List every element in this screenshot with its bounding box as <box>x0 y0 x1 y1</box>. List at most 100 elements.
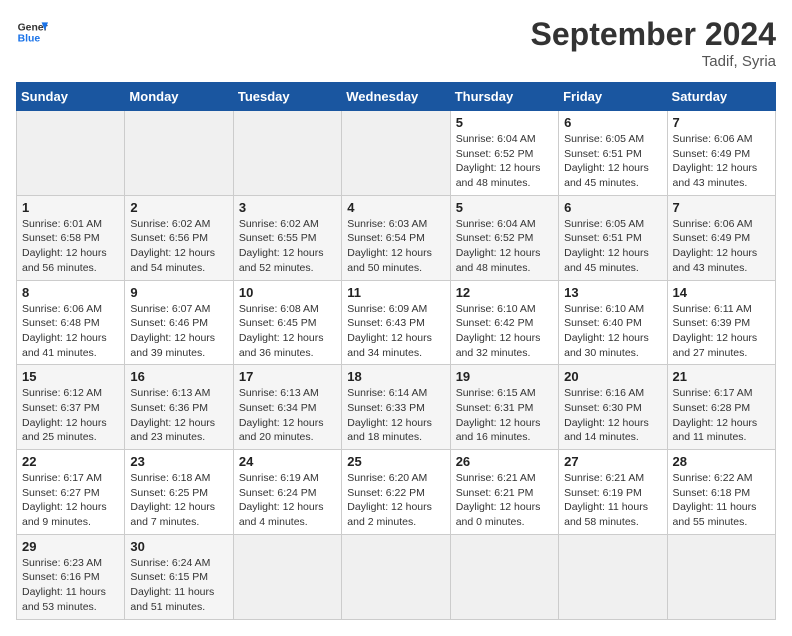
calendar-cell <box>559 534 667 619</box>
day-number: 16 <box>130 369 227 384</box>
day-of-week-header: Thursday <box>450 83 558 111</box>
cell-content: Sunrise: 6:08 AMSunset: 6:45 PMDaylight:… <box>239 303 324 359</box>
cell-content: Sunrise: 6:19 AMSunset: 6:24 PMDaylight:… <box>239 472 324 528</box>
calendar-week-row: 8 Sunrise: 6:06 AMSunset: 6:48 PMDayligh… <box>17 280 776 365</box>
day-number: 5 <box>456 115 553 130</box>
day-number: 28 <box>673 454 770 469</box>
calendar-cell: 17 Sunrise: 6:13 AMSunset: 6:34 PMDaylig… <box>233 365 341 450</box>
cell-content: Sunrise: 6:13 AMSunset: 6:36 PMDaylight:… <box>130 387 215 443</box>
calendar-cell: 15 Sunrise: 6:12 AMSunset: 6:37 PMDaylig… <box>17 365 125 450</box>
calendar-cell: 8 Sunrise: 6:06 AMSunset: 6:48 PMDayligh… <box>17 280 125 365</box>
calendar-cell: 21 Sunrise: 6:17 AMSunset: 6:28 PMDaylig… <box>667 365 775 450</box>
day-of-week-header: Monday <box>125 83 233 111</box>
calendar-cell: 11 Sunrise: 6:09 AMSunset: 6:43 PMDaylig… <box>342 280 450 365</box>
calendar-cell: 26 Sunrise: 6:21 AMSunset: 6:21 PMDaylig… <box>450 450 558 535</box>
cell-content: Sunrise: 6:06 AMSunset: 6:49 PMDaylight:… <box>673 133 758 189</box>
calendar-cell: 4 Sunrise: 6:03 AMSunset: 6:54 PMDayligh… <box>342 195 450 280</box>
cell-content: Sunrise: 6:22 AMSunset: 6:18 PMDaylight:… <box>673 472 757 528</box>
day-number: 7 <box>673 200 770 215</box>
day-number: 25 <box>347 454 444 469</box>
calendar-cell <box>450 534 558 619</box>
calendar-cell: 2 Sunrise: 6:02 AMSunset: 6:56 PMDayligh… <box>125 195 233 280</box>
calendar-cell <box>342 111 450 196</box>
cell-content: Sunrise: 6:02 AMSunset: 6:55 PMDaylight:… <box>239 218 324 274</box>
calendar-week-row: 5 Sunrise: 6:04 AMSunset: 6:52 PMDayligh… <box>17 111 776 196</box>
day-number: 13 <box>564 285 661 300</box>
day-number: 14 <box>673 285 770 300</box>
logo-icon: General Blue <box>16 16 48 48</box>
calendar-cell: 25 Sunrise: 6:20 AMSunset: 6:22 PMDaylig… <box>342 450 450 535</box>
cell-content: Sunrise: 6:04 AMSunset: 6:52 PMDaylight:… <box>456 218 541 274</box>
calendar-cell: 6 Sunrise: 6:05 AMSunset: 6:51 PMDayligh… <box>559 111 667 196</box>
day-number: 26 <box>456 454 553 469</box>
day-number: 24 <box>239 454 336 469</box>
day-number: 17 <box>239 369 336 384</box>
cell-content: Sunrise: 6:12 AMSunset: 6:37 PMDaylight:… <box>22 387 107 443</box>
day-of-week-header: Friday <box>559 83 667 111</box>
day-number: 8 <box>22 285 119 300</box>
calendar-cell: 1 Sunrise: 6:01 AMSunset: 6:58 PMDayligh… <box>17 195 125 280</box>
calendar-cell: 6 Sunrise: 6:05 AMSunset: 6:51 PMDayligh… <box>559 195 667 280</box>
calendar-week-row: 29 Sunrise: 6:23 AMSunset: 6:16 PMDaylig… <box>17 534 776 619</box>
title-block: September 2024 Tadif, Syria <box>531 16 776 70</box>
day-number: 18 <box>347 369 444 384</box>
day-number: 1 <box>22 200 119 215</box>
calendar-cell: 5 Sunrise: 6:04 AMSunset: 6:52 PMDayligh… <box>450 111 558 196</box>
cell-content: Sunrise: 6:05 AMSunset: 6:51 PMDaylight:… <box>564 133 649 189</box>
calendar-cell: 24 Sunrise: 6:19 AMSunset: 6:24 PMDaylig… <box>233 450 341 535</box>
calendar-cell: 18 Sunrise: 6:14 AMSunset: 6:33 PMDaylig… <box>342 365 450 450</box>
location: Tadif, Syria <box>531 53 776 70</box>
calendar-cell: 27 Sunrise: 6:21 AMSunset: 6:19 PMDaylig… <box>559 450 667 535</box>
cell-content: Sunrise: 6:21 AMSunset: 6:19 PMDaylight:… <box>564 472 648 528</box>
cell-content: Sunrise: 6:06 AMSunset: 6:49 PMDaylight:… <box>673 218 758 274</box>
calendar-cell <box>342 534 450 619</box>
day-number: 4 <box>347 200 444 215</box>
cell-content: Sunrise: 6:11 AMSunset: 6:39 PMDaylight:… <box>673 303 758 359</box>
calendar-table: SundayMondayTuesdayWednesdayThursdayFrid… <box>16 82 776 620</box>
calendar-week-row: 1 Sunrise: 6:01 AMSunset: 6:58 PMDayligh… <box>17 195 776 280</box>
day-number: 30 <box>130 539 227 554</box>
calendar-cell <box>125 111 233 196</box>
day-of-week-header: Tuesday <box>233 83 341 111</box>
calendar-cell: 23 Sunrise: 6:18 AMSunset: 6:25 PMDaylig… <box>125 450 233 535</box>
cell-content: Sunrise: 6:18 AMSunset: 6:25 PMDaylight:… <box>130 472 215 528</box>
day-number: 27 <box>564 454 661 469</box>
day-number: 10 <box>239 285 336 300</box>
cell-content: Sunrise: 6:23 AMSunset: 6:16 PMDaylight:… <box>22 557 106 613</box>
calendar-cell: 20 Sunrise: 6:16 AMSunset: 6:30 PMDaylig… <box>559 365 667 450</box>
calendar-cell: 10 Sunrise: 6:08 AMSunset: 6:45 PMDaylig… <box>233 280 341 365</box>
cell-content: Sunrise: 6:10 AMSunset: 6:40 PMDaylight:… <box>564 303 649 359</box>
day-number: 22 <box>22 454 119 469</box>
calendar-cell: 16 Sunrise: 6:13 AMSunset: 6:36 PMDaylig… <box>125 365 233 450</box>
calendar-week-row: 15 Sunrise: 6:12 AMSunset: 6:37 PMDaylig… <box>17 365 776 450</box>
cell-content: Sunrise: 6:01 AMSunset: 6:58 PMDaylight:… <box>22 218 107 274</box>
page-header: General Blue September 2024 Tadif, Syria <box>16 16 776 70</box>
calendar-cell: 22 Sunrise: 6:17 AMSunset: 6:27 PMDaylig… <box>17 450 125 535</box>
calendar-cell: 12 Sunrise: 6:10 AMSunset: 6:42 PMDaylig… <box>450 280 558 365</box>
calendar-cell <box>667 534 775 619</box>
day-number: 9 <box>130 285 227 300</box>
month-title: September 2024 <box>531 16 776 53</box>
calendar-cell <box>17 111 125 196</box>
day-of-week-header: Saturday <box>667 83 775 111</box>
cell-content: Sunrise: 6:02 AMSunset: 6:56 PMDaylight:… <box>130 218 215 274</box>
day-number: 23 <box>130 454 227 469</box>
cell-content: Sunrise: 6:21 AMSunset: 6:21 PMDaylight:… <box>456 472 541 528</box>
calendar-cell: 28 Sunrise: 6:22 AMSunset: 6:18 PMDaylig… <box>667 450 775 535</box>
day-number: 11 <box>347 285 444 300</box>
day-number: 21 <box>673 369 770 384</box>
day-number: 7 <box>673 115 770 130</box>
day-number: 20 <box>564 369 661 384</box>
calendar-cell: 14 Sunrise: 6:11 AMSunset: 6:39 PMDaylig… <box>667 280 775 365</box>
cell-content: Sunrise: 6:06 AMSunset: 6:48 PMDaylight:… <box>22 303 107 359</box>
calendar-cell: 19 Sunrise: 6:15 AMSunset: 6:31 PMDaylig… <box>450 365 558 450</box>
day-number: 6 <box>564 200 661 215</box>
cell-content: Sunrise: 6:20 AMSunset: 6:22 PMDaylight:… <box>347 472 432 528</box>
cell-content: Sunrise: 6:15 AMSunset: 6:31 PMDaylight:… <box>456 387 541 443</box>
day-number: 5 <box>456 200 553 215</box>
calendar-week-row: 22 Sunrise: 6:17 AMSunset: 6:27 PMDaylig… <box>17 450 776 535</box>
cell-content: Sunrise: 6:09 AMSunset: 6:43 PMDaylight:… <box>347 303 432 359</box>
calendar-cell: 30 Sunrise: 6:24 AMSunset: 6:15 PMDaylig… <box>125 534 233 619</box>
calendar-cell: 29 Sunrise: 6:23 AMSunset: 6:16 PMDaylig… <box>17 534 125 619</box>
calendar-cell: 5 Sunrise: 6:04 AMSunset: 6:52 PMDayligh… <box>450 195 558 280</box>
